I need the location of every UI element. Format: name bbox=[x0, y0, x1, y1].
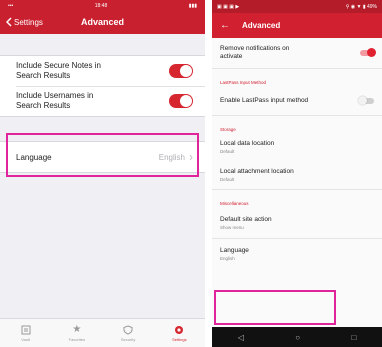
remove-notifications-item[interactable]: Remove notifications on activate bbox=[212, 38, 382, 68]
secure-notes-label-2: Search Results bbox=[16, 71, 71, 80]
gear-icon bbox=[175, 325, 184, 334]
ios-status-bar: ••• 18:48 ▮▮▮ bbox=[0, 0, 205, 12]
language-highlight bbox=[6, 133, 199, 177]
default-site-action-subtitle: Show menu bbox=[220, 224, 244, 230]
android-status-bar: ▣ ▣ ▣ ▶ ⚲ ◉ ▼ ▮ 49% bbox=[212, 0, 382, 13]
tab-vault[interactable]: Vault bbox=[11, 325, 41, 342]
default-site-action-title: Default site action bbox=[220, 215, 272, 223]
secure-notes-row: Include Secure Notes in Search Results bbox=[0, 56, 205, 86]
status-time: 18:48 bbox=[94, 3, 108, 9]
ios-screen: ••• 18:48 ▮▮▮ Settings Advanced Include … bbox=[0, 0, 205, 347]
back-nav-icon[interactable]: ◁ bbox=[238, 333, 244, 342]
local-attachment-location-item[interactable]: Local attachment location Default bbox=[212, 161, 382, 189]
tab-label: Favorites bbox=[68, 336, 86, 342]
local-data-location-title: Local data location bbox=[220, 140, 275, 147]
android-app-bar: ← Advanced bbox=[212, 13, 382, 38]
secure-notes-label: Include Secure Notes in bbox=[16, 61, 101, 70]
local-data-location-item[interactable]: Local data location Default bbox=[212, 134, 382, 161]
language-item[interactable]: Language English bbox=[212, 239, 382, 269]
page-title: Advanced bbox=[242, 21, 281, 30]
tab-security[interactable]: Security bbox=[113, 324, 143, 342]
secure-notes-toggle[interactable] bbox=[169, 64, 193, 78]
shield-icon bbox=[123, 324, 133, 335]
tab-label: Settings bbox=[172, 336, 187, 342]
usernames-label-2: Search Results bbox=[16, 101, 71, 110]
battery-icon: ▮▮▮ bbox=[188, 3, 197, 9]
enable-input-method-item[interactable]: Enable LastPass input method bbox=[212, 87, 382, 115]
usernames-row: Include Usernames in Search Results bbox=[0, 86, 205, 116]
home-nav-icon[interactable]: ○ bbox=[295, 333, 300, 342]
default-site-action-item[interactable]: Default site action Show menu bbox=[212, 208, 382, 238]
section-header-storage: Storage bbox=[220, 127, 236, 132]
ios-tab-bar: Vault ★ Favorites Security Settings bbox=[0, 318, 205, 347]
search-settings-group: Include Secure Notes in Search Results I… bbox=[0, 55, 205, 117]
section-header-miscellaneous: Miscellaneous bbox=[220, 201, 249, 206]
local-attachment-location-title: Local attachment location bbox=[220, 167, 294, 175]
language-title: Language bbox=[220, 246, 249, 254]
remove-notifications-label: Remove notifications on bbox=[220, 45, 290, 52]
recents-nav-icon[interactable]: □ bbox=[351, 333, 356, 342]
notification-icons: ▣ ▣ ▣ ▶ bbox=[217, 3, 240, 10]
enable-input-method-label: Enable LastPass input method bbox=[220, 97, 309, 104]
android-nav-bar: ◁ ○ □ bbox=[212, 327, 382, 347]
usernames-toggle[interactable] bbox=[169, 94, 193, 108]
local-data-location-subtitle: Default bbox=[220, 149, 235, 154]
remove-notifications-toggle[interactable] bbox=[360, 48, 376, 57]
section-header-input-method: LastPass Input Method bbox=[220, 80, 267, 85]
tab-settings[interactable]: Settings bbox=[164, 325, 194, 342]
tab-label: Security bbox=[120, 336, 136, 342]
language-highlight bbox=[214, 290, 336, 325]
signal-icon: ••• bbox=[8, 3, 14, 9]
page-title: Advanced bbox=[80, 17, 124, 27]
enable-input-method-toggle[interactable] bbox=[358, 96, 374, 105]
tab-label: Vault bbox=[21, 336, 31, 342]
back-arrow-icon[interactable]: ← bbox=[220, 20, 230, 31]
system-icons: ⚲ ◉ ▼ ▮ 49% bbox=[345, 3, 377, 10]
remove-notifications-label-2: activate bbox=[220, 53, 243, 60]
tab-favorites[interactable]: ★ Favorites bbox=[62, 323, 92, 342]
vault-icon bbox=[21, 325, 31, 334]
star-icon: ★ bbox=[72, 323, 82, 335]
local-attachment-location-subtitle: Default bbox=[220, 176, 235, 182]
usernames-label: Include Usernames in bbox=[16, 91, 94, 100]
ios-nav-bar: Settings Advanced bbox=[0, 12, 205, 34]
language-subtitle: English bbox=[220, 255, 235, 261]
android-screen: ▣ ▣ ▣ ▶ ⚲ ◉ ▼ ▮ 49% ← Advanced Remove no… bbox=[212, 0, 382, 347]
